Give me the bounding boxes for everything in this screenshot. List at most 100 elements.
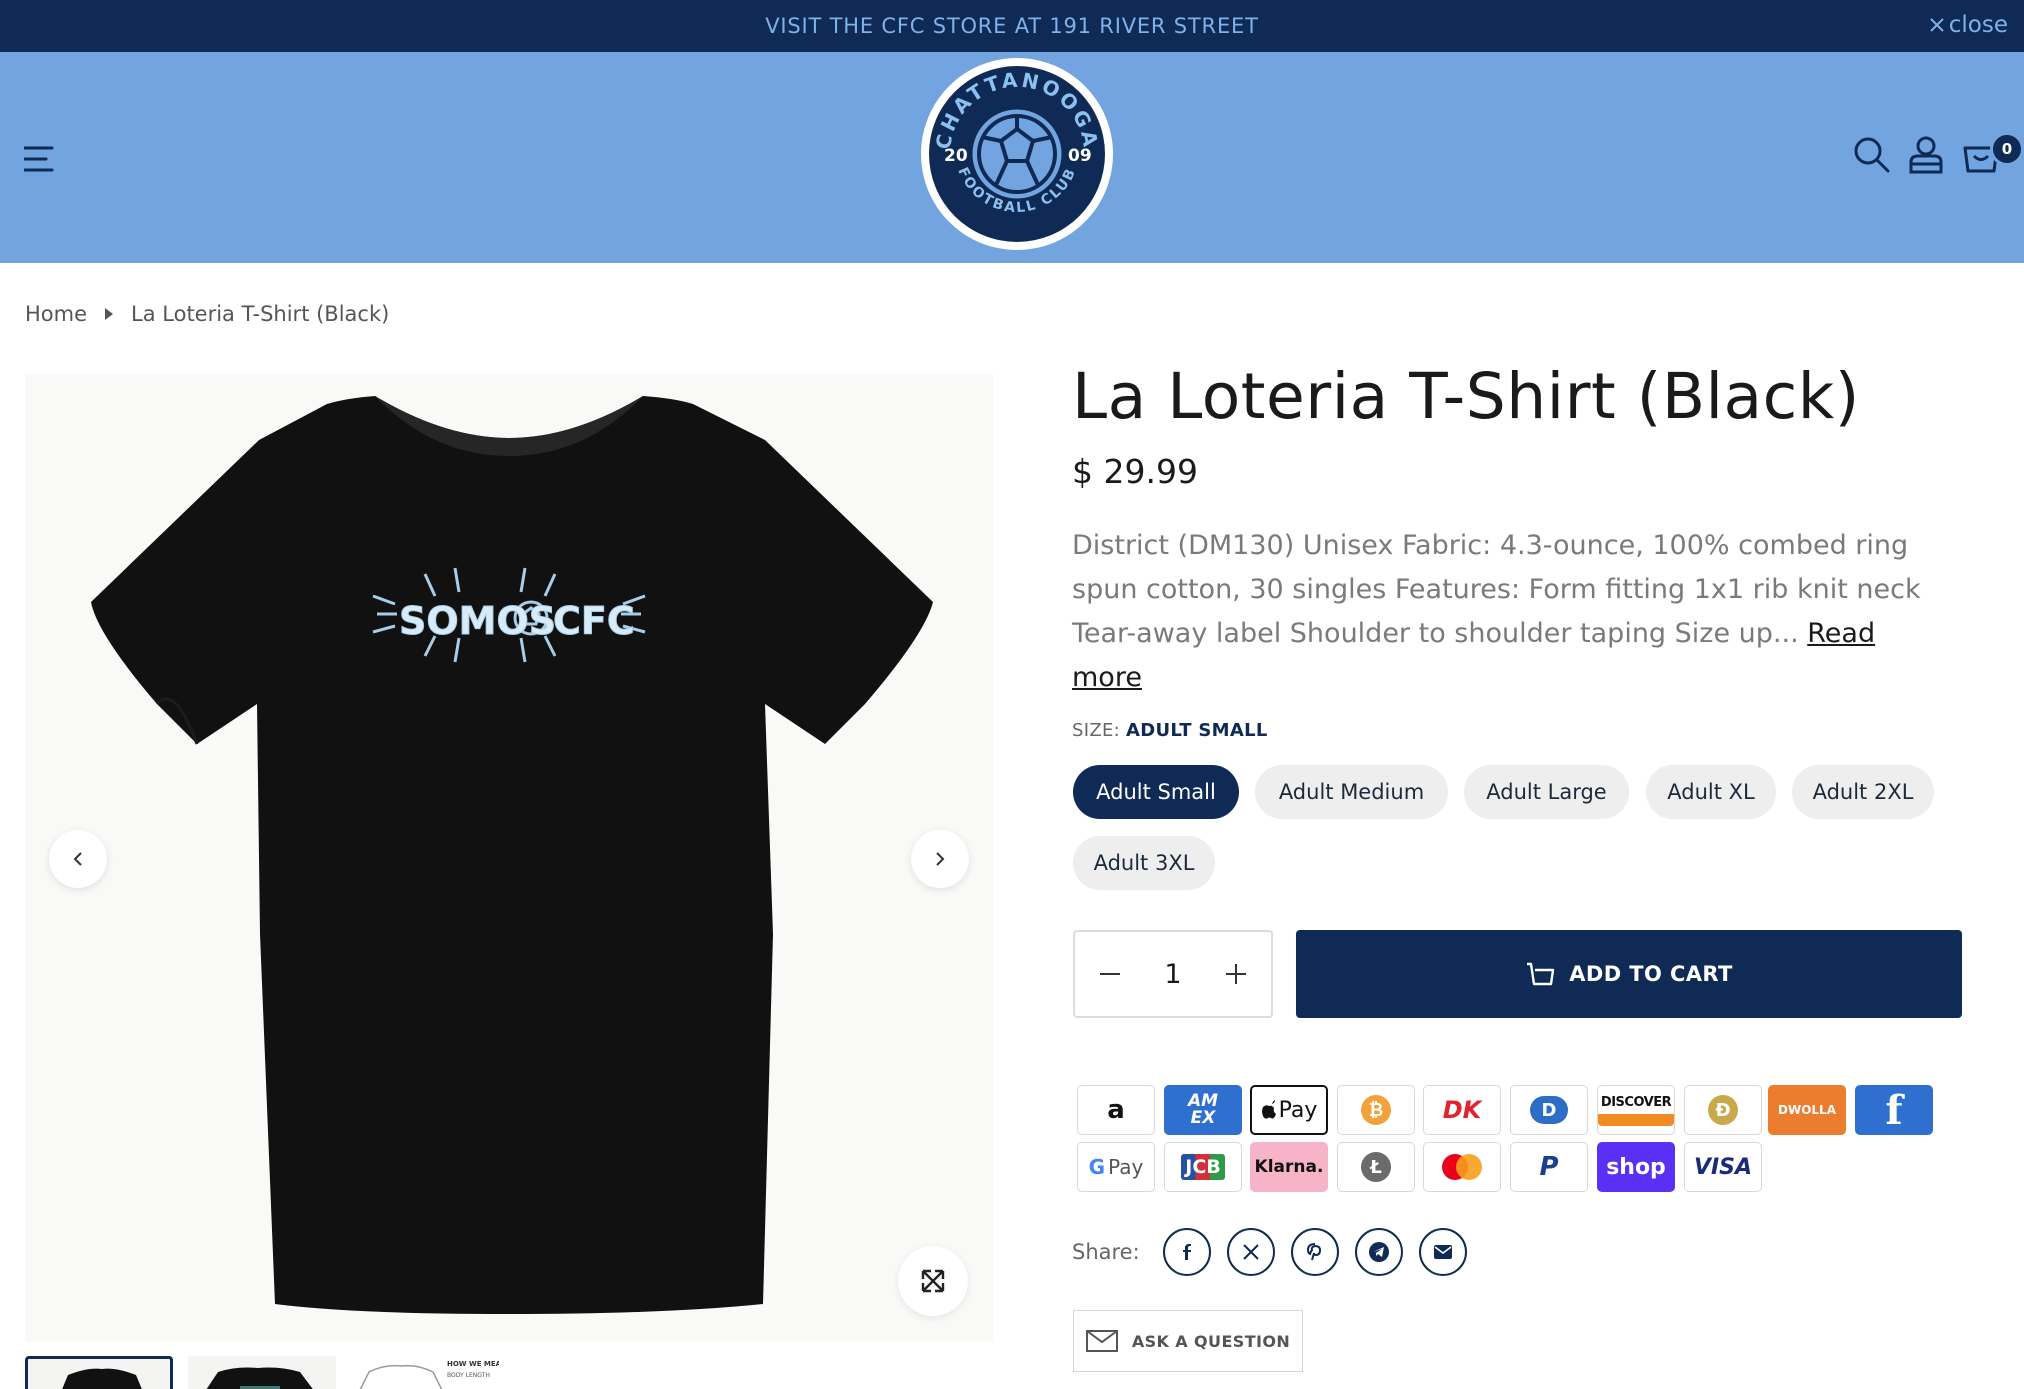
facebook-icon <box>1183 1244 1191 1260</box>
thumbnail-3[interactable]: HOW WE MEASURE BODY LENGTH <box>351 1356 499 1389</box>
close-label: close <box>1948 12 2008 38</box>
size-option-adult-2xl[interactable]: Adult 2XL <box>1792 765 1934 819</box>
plus-icon <box>1226 964 1246 984</box>
product-description: District (DM130) Unisex Fabric: 4.3-ounc… <box>1072 524 1952 700</box>
gallery-prev-button[interactable] <box>49 830 107 888</box>
thumbnail-strip: HOW WE MEASURE BODY LENGTH <box>25 1356 993 1389</box>
klarna-icon: Klarna. <box>1250 1142 1328 1192</box>
cart-icon <box>1527 962 1555 986</box>
size-option-adult-small[interactable]: Adult Small <box>1073 765 1239 819</box>
shirt-print-text: SOMOS <box>399 599 556 643</box>
forbrugsforeningen-icon: f <box>1855 1085 1933 1135</box>
jcb-icon: JCB <box>1164 1142 1242 1192</box>
bitcoin-icon: ₿ <box>1337 1085 1415 1135</box>
search-button[interactable] <box>1853 136 1891 178</box>
quantity-decrease-button[interactable] <box>1093 957 1127 991</box>
chevron-left-icon <box>73 852 82 866</box>
breadcrumb-separator-icon <box>105 308 114 320</box>
breadcrumb-home-link[interactable]: Home <box>25 302 87 326</box>
amazon-pay-icon: a <box>1077 1085 1155 1135</box>
announcement-text: VISIT THE CFC STORE AT 191 RIVER STREET <box>765 14 1259 38</box>
visa-icon: VISA <box>1684 1142 1762 1192</box>
visa-glyph: VISA <box>1693 1154 1753 1180</box>
x-icon <box>1243 1244 1259 1260</box>
announcement-bar: VISIT THE CFC STORE AT 191 RIVER STREET … <box>0 0 2024 52</box>
share-email-button[interactable] <box>1419 1228 1467 1276</box>
gallery-next-button[interactable] <box>911 830 969 888</box>
amex-icon: AM EX <box>1164 1085 1242 1135</box>
product-price: $ 29.99 <box>1072 452 1198 491</box>
minus-icon <box>1100 973 1120 975</box>
google-pay-icon: G Pay <box>1077 1142 1155 1192</box>
diners-club-icon: D <box>1510 1085 1588 1135</box>
add-to-cart-label: ADD TO CART <box>1569 962 1733 986</box>
google-g-icon: G <box>1088 1155 1106 1179</box>
thumbnail-1[interactable] <box>25 1356 173 1389</box>
google-pay-label: Pay <box>1108 1155 1144 1179</box>
thumbnail-2[interactable] <box>188 1356 336 1389</box>
amex-glyph: AM EX <box>1187 1091 1219 1128</box>
menu-button[interactable] <box>22 144 54 174</box>
email-icon <box>1434 1245 1452 1259</box>
apple-pay-label: Pay <box>1278 1097 1318 1123</box>
size-option-adult-3xl[interactable]: Adult 3XL <box>1073 836 1215 890</box>
share-x-button[interactable] <box>1227 1228 1275 1276</box>
account-button[interactable] <box>1908 136 1944 178</box>
klarna-glyph: Klarna. <box>1254 1157 1324 1177</box>
share-label: Share: <box>1072 1240 1140 1264</box>
size-option-adult-medium[interactable]: Adult Medium <box>1255 765 1448 819</box>
zoom-button[interactable] <box>898 1246 968 1316</box>
dogecoin-icon: Ð <box>1684 1085 1762 1135</box>
size-option-adult-large[interactable]: Adult Large <box>1464 765 1629 819</box>
quantity-increase-button[interactable] <box>1219 957 1253 991</box>
description-text: District (DM130) Unisex Fabric: 4.3-ounc… <box>1072 530 1921 649</box>
product-gallery: SOMOS CFC <box>25 374 993 1342</box>
forbrugs-glyph: f <box>1885 1086 1903 1134</box>
chevron-right-icon <box>936 852 945 866</box>
size-option-adult-xl[interactable]: Adult XL <box>1646 765 1776 819</box>
product-image[interactable]: SOMOS CFC <box>25 374 993 1342</box>
bitcoin-glyph: ₿ <box>1361 1095 1391 1125</box>
amazon-glyph: a <box>1107 1095 1125 1125</box>
selected-size-value: ADULT SMALL <box>1126 720 1268 741</box>
telegram-icon <box>1369 1242 1389 1262</box>
ask-question-button[interactable]: ASK A QUESTION <box>1073 1310 1303 1372</box>
add-to-cart-button[interactable]: ADD TO CART <box>1296 930 1962 1018</box>
size-label: SIZE: ADULT SMALL <box>1072 720 1268 741</box>
shirt-print-text-2: CFC <box>553 599 635 643</box>
account-icon <box>1909 136 1943 174</box>
dankort-icon: DK <box>1423 1085 1501 1135</box>
cart-count-badge: 0 <box>1990 132 2024 166</box>
apple-icon <box>1261 1100 1276 1119</box>
mastercard-circles <box>1442 1154 1482 1180</box>
product-title: La Loteria T-Shirt (Black) <box>1072 360 1860 433</box>
breadcrumb-current: La Loteria T-Shirt (Black) <box>131 302 390 326</box>
share-pinterest-button[interactable] <box>1291 1228 1339 1276</box>
announcement-close-button[interactable]: close <box>1929 12 2008 38</box>
breadcrumb: Home La Loteria T-Shirt (Black) <box>25 302 389 326</box>
litecoin-glyph: Ł <box>1361 1152 1391 1182</box>
share-facebook-button[interactable] <box>1163 1228 1211 1276</box>
menu-icon <box>22 146 54 172</box>
close-icon <box>1930 18 1944 32</box>
shop-pay-glyph: shop <box>1606 1154 1666 1180</box>
paypal-icon: P <box>1510 1142 1588 1192</box>
quantity-input[interactable] <box>1153 958 1193 990</box>
shop-pay-icon: shop <box>1597 1142 1675 1192</box>
thumbnail-caption-2: BODY LENGTH <box>447 1372 490 1379</box>
site-header: CHATTANOOGA FOOTBALL CLUB 20 09 <box>0 52 2024 263</box>
dwolla-glyph: DWOLLA <box>1778 1103 1836 1117</box>
dwolla-icon: DWOLLA <box>1768 1085 1846 1135</box>
expand-icon <box>921 1269 945 1293</box>
jcb-glyph: JCB <box>1181 1154 1225 1180</box>
chattanooga-fc-logo[interactable]: CHATTANOOGA FOOTBALL CLUB 20 09 <box>920 57 1114 251</box>
diners-glyph: D <box>1530 1096 1568 1124</box>
apple-pay-icon: Pay <box>1250 1085 1328 1135</box>
discover-icon: DISCOVER <box>1597 1085 1675 1135</box>
ask-question-label: ASK A QUESTION <box>1131 1331 1291 1351</box>
dankort-glyph: DK <box>1442 1096 1482 1124</box>
size-label-prefix: SIZE: <box>1072 720 1121 741</box>
pinterest-icon <box>1306 1243 1322 1261</box>
share-telegram-button[interactable] <box>1355 1228 1403 1276</box>
paypal-glyph: P <box>1539 1152 1559 1182</box>
